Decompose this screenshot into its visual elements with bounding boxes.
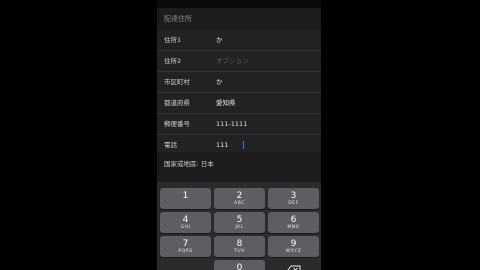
country-label: 国家或地區: 日本 — [164, 160, 214, 168]
key-7-digit: 7 — [182, 239, 189, 249]
address2-label: 住所2 — [164, 57, 182, 65]
key-4[interactable]: 4 GHI — [160, 212, 211, 233]
key-6[interactable]: 6 MNO — [268, 212, 319, 233]
address1-label: 住所1 — [164, 36, 182, 44]
key-6-digit: 6 — [290, 215, 297, 225]
status-bar — [157, 0, 321, 8]
key-2-digit: 2 — [236, 191, 243, 201]
postal-code-row[interactable]: 郵便番号 111-1111 — [157, 114, 321, 135]
key-4-letters: GHI — [180, 225, 191, 230]
key-2[interactable]: 2 ABC — [214, 188, 265, 209]
key-8-digit: 8 — [236, 239, 243, 249]
key-5-letters: JKL — [235, 225, 244, 230]
delete-key[interactable] — [268, 260, 319, 270]
backspace-icon — [286, 265, 300, 270]
key-7-letters: PQRS — [178, 249, 193, 254]
prefecture-field[interactable]: 愛知県 — [216, 93, 236, 113]
numeric-keypad: 1 2 ABC 3 DEF 4 GHI 5 JKL 6 MNO 7 PQRS 8 — [157, 182, 321, 270]
key-6-letters: MNO — [287, 225, 300, 230]
city-row[interactable]: 市区町村 か — [157, 72, 321, 93]
key-4-digit: 4 — [182, 215, 189, 225]
city-label: 市区町村 — [164, 78, 190, 86]
key-1-digit: 1 — [182, 191, 189, 201]
address1-field[interactable]: か — [216, 30, 223, 50]
key-7[interactable]: 7 PQRS — [160, 236, 211, 257]
key-3-letters: DEF — [288, 201, 299, 206]
city-field[interactable]: か — [216, 72, 223, 92]
section-header: 配達住所 — [157, 8, 321, 30]
prefecture-label: 都道府県 — [164, 99, 190, 107]
key-5-digit: 5 — [236, 215, 243, 225]
key-0[interactable]: 0 — [214, 260, 265, 270]
key-2-letters: ABC — [234, 201, 245, 206]
key-9-digit: 9 — [290, 239, 297, 249]
text-cursor — [243, 141, 244, 149]
key-3-digit: 3 — [290, 191, 297, 201]
key-1[interactable]: 1 — [160, 188, 211, 209]
postal-code-label: 郵便番号 — [164, 120, 190, 128]
address-form: 住所1 か 住所2 オプション 市区町村 か 都道府県 愛知県 郵便番号 111… — [157, 30, 321, 156]
key-9-letters: WXYZ — [285, 249, 302, 254]
address1-row[interactable]: 住所1 か — [157, 30, 321, 51]
address2-field[interactable]: オプション — [216, 51, 249, 71]
country-section[interactable]: 国家或地區: 日本 — [157, 152, 321, 182]
address2-row[interactable]: 住所2 オプション — [157, 51, 321, 72]
key-8-letters: TUV — [234, 249, 245, 254]
prefecture-row[interactable]: 都道府県 愛知県 — [157, 93, 321, 114]
phone-screen: 配達住所 住所1 か 住所2 オプション 市区町村 か 都道府県 愛知県 郵便番… — [157, 0, 321, 270]
key-9[interactable]: 9 WXYZ — [268, 236, 319, 257]
key-8[interactable]: 8 TUV — [214, 236, 265, 257]
key-3[interactable]: 3 DEF — [268, 188, 319, 209]
key-0-digit: 0 — [236, 263, 243, 270]
key-5[interactable]: 5 JKL — [214, 212, 265, 233]
postal-code-field[interactable]: 111-1111 — [216, 114, 247, 134]
